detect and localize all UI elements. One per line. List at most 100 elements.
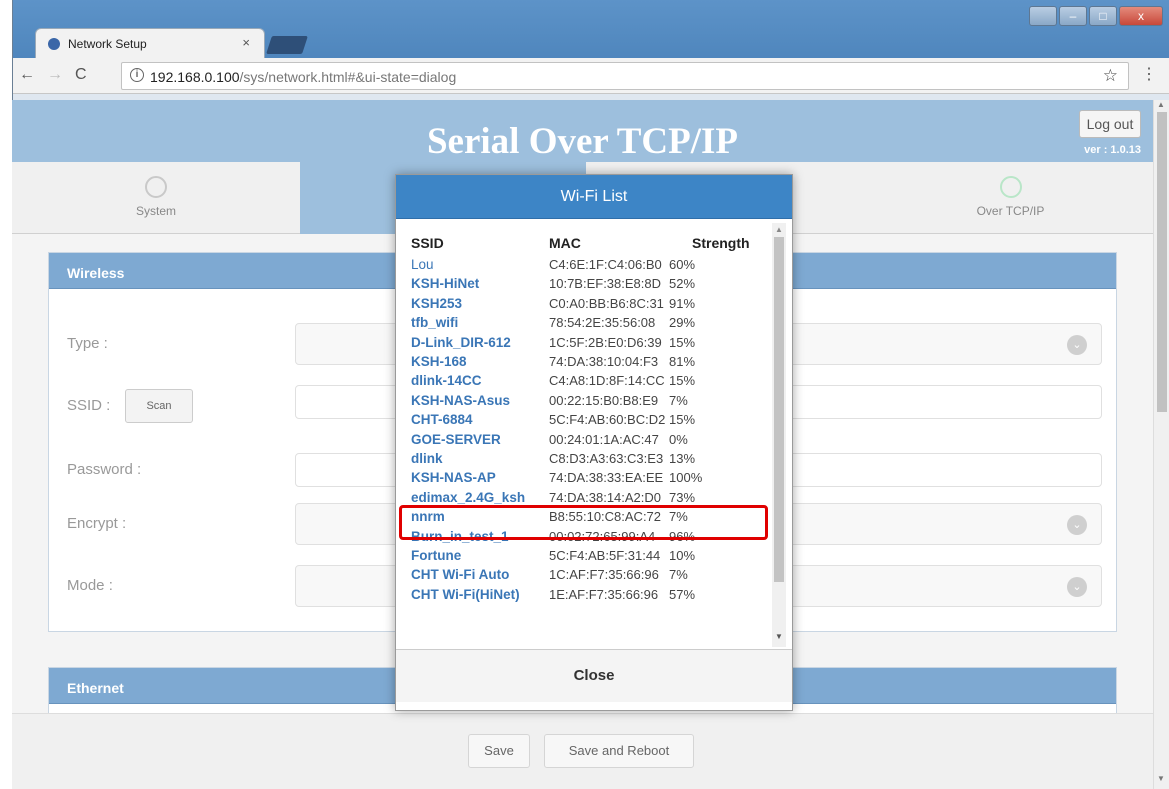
wifi-ssid[interactable]: edimax_2.4G_ksh — [411, 490, 525, 505]
wifi-row[interactable]: KSH-NAS-AP 74:DA:38:33:EA:EE 100% — [411, 470, 771, 489]
wifi-mac: 74:DA:38:14:A2:D0 — [549, 489, 662, 505]
title-bar: Network Setup × – □ x — [13, 0, 1169, 58]
mac-column-header: MAC — [549, 235, 581, 251]
site-header: Serial Over TCP/IP Log out ver : 1.0.13 — [12, 100, 1153, 162]
wifi-row[interactable]: KSH-NAS-Asus 00:22:15:B0:B8:E9 7% — [411, 393, 771, 412]
save-reboot-button[interactable]: Save and Reboot — [544, 734, 694, 768]
back-arrow-icon[interactable]: ← — [19, 66, 35, 84]
close-button[interactable]: Close — [396, 650, 792, 702]
minimize-button[interactable]: – — [1059, 6, 1087, 26]
wifi-mac: 74:DA:38:33:EA:EE — [549, 470, 664, 486]
wifi-strength: 10% — [669, 548, 696, 563]
wifi-ssid[interactable]: CHT Wi-Fi(HiNet) — [411, 587, 520, 602]
password-label: Password : — [67, 461, 142, 478]
info-icon[interactable]: i — [130, 68, 144, 82]
wifi-ssid[interactable]: KSH-NAS-Asus — [411, 393, 510, 408]
wifi-mac: C0:A0:BB:B6:8C:31 — [549, 295, 664, 311]
wifi-mac: C4:A8:1D:8F:14:CC — [549, 373, 665, 389]
page-scroll-thumb[interactable] — [1157, 112, 1167, 412]
wifi-row[interactable]: KSH-168 74:DA:38:10:04:F3 81% — [411, 354, 771, 373]
reload-icon[interactable]: C — [75, 66, 87, 84]
wifi-ssid[interactable]: KSH-168 — [411, 354, 467, 369]
dialog-title: Wi-Fi List — [396, 175, 792, 219]
chevron-down-icon: ⌄ — [1067, 577, 1087, 597]
wifi-ssid[interactable]: Fortune — [411, 548, 461, 563]
tab-close-icon[interactable]: × — [242, 35, 250, 50]
tab-system[interactable]: System — [12, 162, 300, 234]
ssid-label: SSID : — [67, 397, 111, 414]
scroll-up-icon[interactable]: ▲ — [775, 225, 783, 234]
window-close-button[interactable]: x — [1119, 6, 1163, 26]
window-controls: – □ x — [1029, 6, 1163, 26]
tab-title: Network Setup — [68, 37, 147, 51]
scroll-up-icon[interactable]: ▲ — [1157, 100, 1165, 109]
wifi-mac: 5C:F4:AB:60:BC:D2 — [549, 412, 666, 428]
wifi-ssid[interactable]: KSH-NAS-AP — [411, 470, 496, 485]
wifi-mac: 00:22:15:B0:B8:E9 — [549, 392, 659, 408]
forward-arrow-icon[interactable]: → — [47, 66, 63, 84]
wifi-ssid[interactable]: dlink — [411, 451, 443, 466]
wifi-row[interactable]: CHT Wi-Fi Auto 1C:AF:F7:35:66:96 7% — [411, 567, 771, 586]
wifi-list-scrollbar[interactable]: ▲ ▼ — [772, 223, 786, 647]
chevron-down-icon: ⌄ — [1067, 335, 1087, 355]
wifi-ssid[interactable]: Lou — [411, 257, 434, 272]
screen: Network Setup × – □ x ← → C i 192.168.0.… — [0, 0, 1169, 789]
wifi-mac: 74:DA:38:10:04:F3 — [549, 354, 659, 369]
wifi-strength: 100% — [669, 470, 703, 486]
wifi-list-scroll-thumb[interactable] — [774, 237, 784, 582]
url-field[interactable]: i 192.168.0.100/sys/network.html#&ui-sta… — [121, 62, 1129, 90]
save-button[interactable]: Save — [468, 734, 530, 768]
wifi-mac: C4:6E:1F:C4:06:B0 — [549, 257, 662, 272]
wifi-row[interactable]: dlink-14CC C4:A8:1D:8F:14:CC 15% — [411, 373, 771, 392]
wifi-row[interactable]: Lou C4:6E:1F:C4:06:B0 60% — [411, 257, 771, 276]
wifi-ssid[interactable]: dlink-14CC — [411, 373, 482, 388]
wifi-ssid[interactable]: D-Link_DIR-612 — [411, 335, 511, 350]
wifi-mac: 10:7B:EF:38:E8:8D — [549, 276, 662, 292]
wifi-row[interactable]: KSH-HiNet 10:7B:EF:38:E8:8D 52% — [411, 276, 771, 295]
type-label: Type : — [67, 335, 108, 352]
wifi-mac: C8:D3:A3:63:C3:E3 — [549, 451, 664, 466]
version-label: ver : 1.0.13 — [1084, 144, 1141, 156]
tab-over-tcpip[interactable]: Over TCP/IP — [868, 162, 1153, 234]
maximize-button[interactable]: □ — [1089, 6, 1117, 26]
new-tab-button[interactable] — [266, 36, 308, 54]
strength-column-header: Strength — [692, 235, 750, 251]
wifi-strength: 73% — [669, 489, 696, 505]
scroll-down-icon[interactable]: ▼ — [1157, 774, 1165, 783]
browser-menu-icon[interactable]: ⋮ — [1141, 64, 1157, 84]
wifi-strength: 52% — [669, 276, 696, 292]
wifi-row[interactable]: KSH253 C0:A0:BB:B6:8C:31 91% — [411, 296, 771, 315]
logout-button[interactable]: Log out — [1079, 110, 1141, 138]
wifi-ssid[interactable]: CHT Wi-Fi Auto — [411, 567, 509, 582]
highlight-box — [399, 505, 768, 540]
browser-window: Network Setup × – □ x ← → C i 192.168.0.… — [12, 0, 1169, 100]
site-title: Serial Over TCP/IP — [426, 121, 739, 162]
wifi-row[interactable]: GOE-SERVER 00:24:01:1A:AC:47 0% — [411, 432, 771, 451]
wifi-icon — [999, 176, 1022, 198]
scroll-down-icon[interactable]: ▼ — [775, 632, 783, 641]
wifi-row[interactable]: dlink C8:D3:A3:63:C3:E3 13% — [411, 451, 771, 470]
browser-tab[interactable]: Network Setup × — [35, 28, 265, 58]
wifi-mac: 1C:5F:2B:E0:D6:39 — [549, 334, 662, 350]
url-host: 192.168.0.100 — [150, 69, 240, 85]
page-favicon-icon — [48, 38, 60, 50]
wifi-row[interactable]: Fortune 5C:F4:AB:5F:31:44 10% — [411, 548, 771, 567]
scan-button[interactable]: Scan — [125, 389, 193, 423]
wifi-row[interactable]: D-Link_DIR-612 1C:5F:2B:E0:D6:39 15% — [411, 335, 771, 354]
page-scrollbar[interactable]: ▲ ▼ — [1153, 100, 1169, 789]
window-icon-button[interactable] — [1029, 6, 1057, 26]
wifi-list-dialog: Wi-Fi List SSID MAC Strength Lou C4:6E:1F… — [395, 174, 793, 711]
wifi-ssid[interactable]: tfb_wifi — [411, 315, 458, 330]
wifi-ssid[interactable]: KSH253 — [411, 296, 462, 311]
wifi-ssid[interactable]: CHT-6884 — [411, 412, 473, 427]
wifi-ssid[interactable]: KSH-HiNet — [411, 276, 479, 291]
bookmark-star-icon[interactable]: ☆ — [1103, 66, 1118, 86]
wifi-row[interactable]: tfb_wifi 78:54:2E:35:56:08 29% — [411, 315, 771, 334]
mode-label: Mode : — [67, 577, 113, 594]
wifi-ssid[interactable]: GOE-SERVER — [411, 432, 501, 447]
wifi-strength: 60% — [669, 257, 696, 272]
wifi-strength: 7% — [669, 567, 688, 583]
wifi-row[interactable]: CHT Wi-Fi(HiNet) 1E:AF:F7:35:66:96 57% — [411, 587, 771, 606]
wifi-row[interactable]: CHT-6884 5C:F4:AB:60:BC:D2 15% — [411, 412, 771, 431]
footer-bar: Save Save and Reboot — [12, 713, 1153, 789]
